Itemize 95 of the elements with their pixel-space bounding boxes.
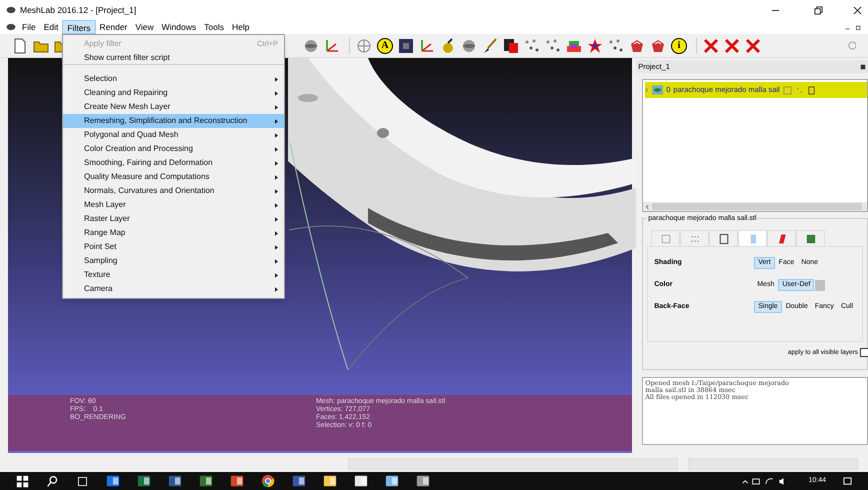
submenu-arrow-icon bbox=[275, 188, 278, 194]
app-icon[interactable] bbox=[416, 474, 430, 488]
menu-entry[interactable]: Create New Mesh Layer bbox=[63, 100, 284, 114]
menu-entry[interactable]: Point Set bbox=[63, 240, 284, 254]
menu-entry[interactable]: Sampling bbox=[63, 254, 284, 268]
float-icon[interactable] bbox=[860, 64, 866, 70]
menu-item[interactable]: Filters bbox=[62, 20, 96, 34]
task-view-icon[interactable] bbox=[76, 474, 89, 488]
axes-icon[interactable] bbox=[324, 38, 340, 54]
wireframe-icon[interactable] bbox=[806, 86, 816, 94]
menu-entry[interactable]: Smoothing, Fairing and Deformation bbox=[63, 156, 284, 170]
render-mode-icon bbox=[660, 232, 672, 244]
horizontal-scrollbar[interactable] bbox=[643, 202, 867, 211]
notification-icon[interactable] bbox=[843, 476, 852, 486]
delete-icon[interactable] bbox=[703, 38, 719, 54]
menu-entry[interactable]: Color Creation and Processing bbox=[63, 142, 284, 156]
new-file-icon[interactable] bbox=[12, 38, 28, 54]
app-icon[interactable] bbox=[168, 474, 182, 488]
document-icon[interactable] bbox=[354, 474, 368, 488]
axes-icon[interactable] bbox=[419, 38, 435, 54]
submenu-arrow-icon bbox=[275, 286, 278, 292]
close-icon[interactable] bbox=[853, 6, 862, 14]
render-mode-icon bbox=[804, 232, 817, 244]
scroll-left-icon[interactable] bbox=[645, 204, 650, 210]
browser-icon[interactable] bbox=[261, 474, 275, 488]
submenu-arrow-icon bbox=[275, 146, 278, 152]
menu-item[interactable]: Tools bbox=[200, 20, 228, 34]
toolbar-button[interactable]: i bbox=[671, 38, 687, 54]
menu-entry[interactable]: Normals, Curvatures and Orientation bbox=[63, 184, 284, 198]
menu-item[interactable]: Render bbox=[96, 20, 132, 34]
submenu-arrow-icon bbox=[275, 160, 278, 166]
star-icon[interactable] bbox=[587, 38, 603, 54]
menu-entry[interactable]: Raster Layer bbox=[63, 212, 284, 226]
submenu-arrow-icon bbox=[275, 244, 278, 250]
menu-entry[interactable]: Cleaning and Repairing bbox=[63, 86, 284, 100]
restore-icon[interactable] bbox=[814, 6, 823, 14]
menu-entry[interactable]: Remeshing, Simplification and Reconstruction bbox=[63, 114, 284, 128]
menu-item[interactable]: Windows bbox=[158, 20, 200, 34]
mesh-icon[interactable] bbox=[629, 38, 645, 54]
point-cloud-icon[interactable] bbox=[545, 38, 561, 54]
search-icon[interactable] bbox=[46, 474, 59, 488]
sphere-icon[interactable] bbox=[461, 38, 477, 54]
restore-icon[interactable] bbox=[855, 24, 862, 30]
expand-icon[interactable] bbox=[645, 87, 650, 93]
submenu-arrow-icon bbox=[275, 272, 278, 278]
submenu-arrow-icon bbox=[275, 104, 278, 110]
apple-icon[interactable] bbox=[440, 38, 456, 54]
mesh-icon[interactable] bbox=[650, 38, 666, 54]
point-cloud-icon[interactable] bbox=[524, 38, 540, 54]
render-tab[interactable] bbox=[767, 230, 796, 246]
folder-icon[interactable] bbox=[323, 474, 337, 488]
menu-item[interactable]: Edit bbox=[40, 20, 62, 34]
color-swatch[interactable] bbox=[815, 280, 826, 290]
app-icon[interactable] bbox=[230, 474, 244, 488]
submenu-arrow-icon bbox=[275, 174, 278, 180]
submenu-arrow-icon bbox=[275, 258, 278, 264]
menu-entry[interactable]: Texture bbox=[63, 268, 284, 282]
submenu-arrow-icon bbox=[275, 118, 278, 124]
menu-entry[interactable]: Selection bbox=[63, 72, 284, 86]
brush-icon[interactable] bbox=[482, 38, 498, 54]
render-tab[interactable] bbox=[796, 230, 826, 246]
wire-sphere-icon[interactable] bbox=[356, 38, 372, 54]
menu-item[interactable]: Help bbox=[228, 20, 254, 34]
menu-entry[interactable]: Mesh Layer bbox=[63, 198, 284, 212]
palette-icon[interactable] bbox=[385, 474, 399, 488]
menu-entry[interactable]: Quality Measure and Computations bbox=[63, 170, 284, 184]
submenu-arrow-icon bbox=[275, 76, 278, 82]
delete-icon[interactable] bbox=[745, 38, 761, 54]
render-mode-icon bbox=[718, 232, 730, 244]
menu-entry[interactable]: Range Map bbox=[63, 226, 284, 240]
menu-entry[interactable]: Camera bbox=[63, 282, 284, 296]
menu-item[interactable]: View bbox=[131, 20, 158, 34]
sphere-icon[interactable] bbox=[303, 38, 319, 54]
submenu-arrow-icon bbox=[275, 90, 278, 96]
browser-icon[interactable] bbox=[106, 474, 120, 488]
submenu-arrow-icon bbox=[275, 230, 278, 236]
submenu-arrow-icon bbox=[275, 216, 278, 222]
render-tab[interactable] bbox=[709, 230, 738, 246]
app-icon[interactable] bbox=[292, 474, 306, 488]
submenu-arrow-icon bbox=[275, 202, 278, 208]
eye-icon[interactable] bbox=[652, 85, 664, 95]
menu-item[interactable]: File bbox=[18, 20, 40, 34]
start-icon[interactable] bbox=[16, 474, 29, 488]
toolbar-button[interactable]: A bbox=[377, 38, 393, 54]
app-icon[interactable] bbox=[137, 474, 151, 488]
submenu-arrow-icon bbox=[275, 132, 278, 138]
window-title: MeshLab 2016.12 - [Project_1] bbox=[20, 4, 136, 16]
checkbox[interactable] bbox=[860, 348, 868, 358]
menu-entry[interactable]: Polygonal and Quad Mesh bbox=[63, 128, 284, 142]
layers-icon[interactable] bbox=[503, 38, 519, 54]
app-icon[interactable] bbox=[199, 474, 213, 488]
dark-square-icon[interactable] bbox=[398, 38, 414, 54]
menu-entry[interactable]: Show current filter script bbox=[63, 51, 284, 65]
point-cloud-icon[interactable] bbox=[608, 38, 624, 54]
delete-icon[interactable] bbox=[724, 38, 740, 54]
